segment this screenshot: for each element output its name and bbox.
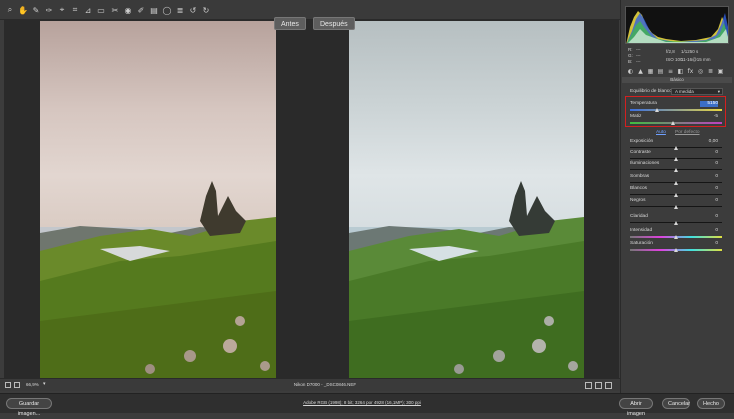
color-sampler-tool-icon[interactable]: ✑	[44, 5, 54, 15]
hand-tool-icon[interactable]: ✋	[18, 5, 28, 15]
detail-tab-icon[interactable]: ▦	[646, 67, 655, 76]
after-landscape	[349, 181, 584, 378]
auto-link[interactable]: Auto	[656, 130, 666, 135]
slider-value-exposicion[interactable]: 0,00	[700, 139, 718, 145]
slider-label-iluminaciones: Iluminaciones	[630, 161, 660, 166]
footer-bar: Guardar imagen... Adobe RGB (1998); 8 bi…	[0, 393, 734, 417]
zoom-tool-icon[interactable]: ⌕	[5, 5, 15, 15]
slider-thumb-intensidad[interactable]	[673, 235, 678, 239]
white-balance-label: Equilibrio de blancos:	[630, 89, 676, 94]
white-balance-select[interactable]: A medida ▾	[671, 88, 723, 95]
slider-thumb-negros[interactable]	[673, 205, 678, 209]
lens-tab-icon[interactable]: ◧	[676, 67, 685, 76]
crop-tool-icon[interactable]: ⌗	[70, 5, 80, 15]
slider-value-saturacion[interactable]: 0	[700, 241, 718, 247]
status-bar: 66,9% ▾ Nikon D7000 - _DSC0846.NEF	[0, 378, 620, 391]
adjustment-brush-icon[interactable]: ✐	[136, 5, 146, 15]
lens-value: 11-16@15 mm	[681, 57, 711, 62]
preferences-icon[interactable]: ≣	[175, 5, 185, 15]
slider-thumb-saturacion[interactable]	[673, 248, 678, 252]
rotate-right-icon[interactable]: ↻	[201, 5, 211, 15]
slider-value-blancos[interactable]: 0	[700, 186, 718, 192]
slider-thumb-exposicion[interactable]	[673, 146, 678, 150]
slider-value-contraste[interactable]: 0	[700, 150, 718, 156]
after-photo	[349, 21, 584, 378]
basic-tab-icon[interactable]: ◐	[626, 67, 635, 76]
slider-track-temperatura[interactable]	[630, 109, 722, 111]
copy-settings-icon[interactable]	[605, 382, 612, 389]
slider-label-temperatura: Temperatura	[630, 101, 657, 106]
white-balance-value: A medida	[675, 89, 694, 94]
slider-thumb-temperatura[interactable]	[655, 108, 660, 112]
before-landscape	[40, 181, 276, 378]
slider-label-negros: Negros	[630, 198, 646, 203]
slider-label-saturacion: Saturación	[630, 241, 653, 246]
r-label: R:	[628, 47, 633, 52]
hsl-tab-icon[interactable]: ▤	[656, 67, 665, 76]
cancel-button[interactable]: Cancelar	[662, 398, 690, 409]
swap-icon[interactable]	[595, 382, 602, 389]
slider-thumb-blancos[interactable]	[673, 193, 678, 197]
before-photo	[40, 21, 276, 378]
r-value: ---	[636, 47, 641, 52]
white-balance-tool-icon[interactable]: ✎	[31, 5, 41, 15]
graduated-filter-icon[interactable]: ▤	[149, 5, 159, 15]
slider-value-claridad[interactable]: 0	[700, 214, 718, 220]
tone-curve-tab-icon[interactable]: ▲	[636, 67, 645, 76]
snapshots-tab-icon[interactable]: ▣	[716, 67, 725, 76]
slider-value-sombras[interactable]: 0	[700, 174, 718, 180]
slider-value-intensidad[interactable]: 0	[700, 228, 718, 234]
slider-label-matiz: Matiz	[630, 114, 642, 119]
slider-label-contraste: Contraste	[630, 150, 651, 155]
transform-tool-icon[interactable]: ▭	[96, 5, 106, 15]
radial-filter-icon[interactable]: ◯	[162, 5, 172, 15]
calibration-tab-icon[interactable]: ◎	[696, 67, 705, 76]
tab-after[interactable]: Después	[313, 17, 355, 30]
slider-label-claridad: Claridad	[630, 214, 648, 219]
done-button[interactable]: Hecho	[697, 398, 725, 409]
slider-label-sombras: Sombras	[630, 174, 650, 179]
file-name: Nikon D7000 - _DSC0846.NEF	[293, 382, 357, 387]
split-toning-tab-icon[interactable]: ≡	[666, 67, 675, 76]
aperture-value: f/2,8	[666, 49, 675, 54]
effects-tab-icon[interactable]: fx	[686, 67, 695, 76]
b-label: B:	[628, 59, 633, 64]
presets-tab-icon[interactable]: ≣	[706, 67, 715, 76]
target-adjustment-tool-icon[interactable]: ⌖	[57, 5, 67, 15]
open-image-button[interactable]: Abrir imagen	[619, 398, 653, 417]
slider-label-exposicion: Exposición	[630, 139, 654, 144]
slider-track-matiz[interactable]	[630, 122, 722, 124]
chevron-down-icon: ▾	[717, 89, 720, 94]
slider-thumb-sombras[interactable]	[673, 181, 678, 185]
red-eye-tool-icon[interactable]: ◉	[123, 5, 133, 15]
section-title: Básico	[622, 77, 732, 83]
g-value: ---	[636, 53, 641, 58]
histogram	[625, 6, 729, 44]
tab-before[interactable]: Antes	[274, 17, 306, 30]
straighten-tool-icon[interactable]: ⊿	[83, 5, 93, 15]
slider-thumb-claridad[interactable]	[673, 221, 678, 225]
slider-thumb-matiz[interactable]	[670, 121, 675, 125]
slider-thumb-contraste[interactable]	[673, 157, 678, 161]
g-label: G:	[628, 53, 633, 58]
spot-removal-tool-icon[interactable]: ✂	[110, 5, 120, 15]
slider-value-temperatura[interactable]: 5150	[700, 101, 718, 107]
slider-label-intensidad: Intensidad	[630, 228, 653, 233]
view-mode-icon[interactable]	[585, 382, 592, 389]
shutter-value: 1/1250 s	[681, 49, 699, 54]
rotate-left-icon[interactable]: ↺	[188, 5, 198, 15]
slider-value-matiz[interactable]: -5	[700, 114, 718, 120]
slider-thumb-iluminaciones[interactable]	[673, 168, 678, 172]
slider-value-iluminaciones[interactable]: 0	[700, 161, 718, 167]
default-link[interactable]: Por defecto	[675, 130, 700, 135]
slider-label-blancos: Blancos	[630, 186, 648, 191]
b-value: ---	[636, 59, 641, 64]
slider-value-negros[interactable]: 0	[700, 198, 718, 204]
histogram-graph	[626, 11, 728, 43]
